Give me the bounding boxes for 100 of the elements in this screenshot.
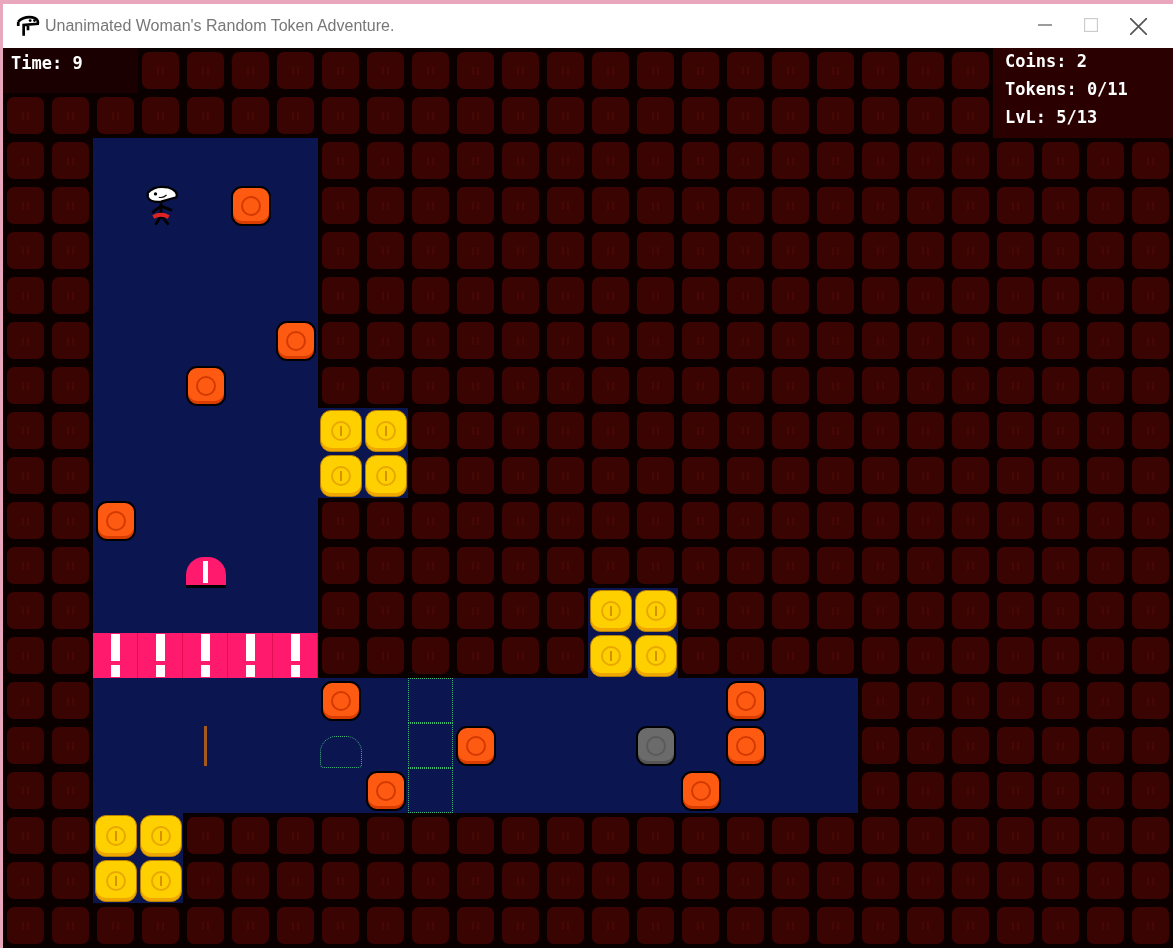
wall-tile (7, 637, 44, 674)
wall-tile (97, 97, 134, 134)
wall-tile (1087, 187, 1124, 224)
wall-tile (817, 322, 854, 359)
wall-tile (52, 97, 89, 134)
wall-tile (52, 772, 89, 809)
wall-tile (1132, 322, 1169, 359)
wall-tile (412, 97, 449, 134)
wall-tile (7, 277, 44, 314)
wall-tile (682, 277, 719, 314)
wall-tile (727, 277, 764, 314)
wall-tile (592, 817, 629, 854)
wall-tile (682, 97, 719, 134)
wall-tile (412, 277, 449, 314)
wall-tile (952, 592, 989, 629)
wall-tile (952, 547, 989, 584)
wall-tile (457, 862, 494, 899)
wall-tile (1087, 502, 1124, 539)
wall-tile (727, 862, 764, 899)
wall-tile (997, 367, 1034, 404)
wall-tile (322, 52, 359, 89)
wall-tile (7, 592, 44, 629)
wall-tile (412, 457, 449, 494)
wall-tile (772, 52, 809, 89)
wall-tile (547, 907, 584, 944)
wall-tile (457, 187, 494, 224)
maximize-icon[interactable] (1084, 17, 1098, 32)
wall-tile (907, 187, 944, 224)
wall-tile (637, 412, 674, 449)
wall-tile (502, 457, 539, 494)
wall-tile (322, 547, 359, 584)
wall-tile (412, 142, 449, 179)
wall-tile (52, 187, 89, 224)
wall-tile (1042, 277, 1079, 314)
wall-tile (592, 547, 629, 584)
wall-tile (592, 97, 629, 134)
wall-tile (457, 907, 494, 944)
wall-tile (592, 457, 629, 494)
wall-tile (862, 502, 899, 539)
wall-tile (457, 547, 494, 584)
wall-tile (1087, 637, 1124, 674)
wall-tile (592, 52, 629, 89)
wall-tile (502, 232, 539, 269)
wall-tile (952, 232, 989, 269)
wall-tile (457, 142, 494, 179)
wall-tile (367, 547, 404, 584)
wall-tile (1042, 322, 1079, 359)
wall-tile (682, 52, 719, 89)
wall-tile (907, 502, 944, 539)
wall-tile (457, 367, 494, 404)
time-label: Time: 9 (11, 53, 83, 73)
wall-tile (187, 817, 224, 854)
wall-tile (862, 907, 899, 944)
wall-tile (592, 412, 629, 449)
wall-tile (1132, 637, 1169, 674)
wall-tile (1042, 817, 1079, 854)
close-icon[interactable] (1130, 17, 1147, 35)
wall-tile (7, 772, 44, 809)
wall-tile (772, 367, 809, 404)
wall-tile (97, 907, 134, 944)
wall-tile (52, 457, 89, 494)
wall-tile (772, 322, 809, 359)
wall-tile (952, 367, 989, 404)
wall-tile (1087, 142, 1124, 179)
wall-tile (907, 772, 944, 809)
wall-tile (817, 547, 854, 584)
wall-tile (817, 277, 854, 314)
wall-tile (547, 277, 584, 314)
wall-tile (502, 142, 539, 179)
wall-tile (772, 187, 809, 224)
wall-tile (232, 862, 269, 899)
wall-tile (727, 52, 764, 89)
wall-tile (727, 142, 764, 179)
wall-tile (367, 142, 404, 179)
wall-tile (817, 232, 854, 269)
wall-tile (502, 322, 539, 359)
wall-tile (52, 277, 89, 314)
wall-tile (727, 367, 764, 404)
wall-tile (412, 367, 449, 404)
wall-tile (907, 682, 944, 719)
wall-tile (142, 907, 179, 944)
wall-tile (1042, 682, 1079, 719)
wall-tile (187, 907, 224, 944)
wall-tile (592, 367, 629, 404)
wall-tile (1087, 682, 1124, 719)
wall-tile (682, 367, 719, 404)
wall-tile (502, 547, 539, 584)
wall-tile (772, 907, 809, 944)
wall-tile (277, 52, 314, 89)
wall-tile (322, 232, 359, 269)
wall-tile (1042, 592, 1079, 629)
wall-tile (727, 637, 764, 674)
wall-tile (862, 592, 899, 629)
wall-tile (997, 502, 1034, 539)
wall-tile (502, 367, 539, 404)
wall-tile (1132, 367, 1169, 404)
wall-tile (367, 52, 404, 89)
wall-tile (1042, 727, 1079, 764)
wall-tile (682, 637, 719, 674)
wall-tile (637, 862, 674, 899)
